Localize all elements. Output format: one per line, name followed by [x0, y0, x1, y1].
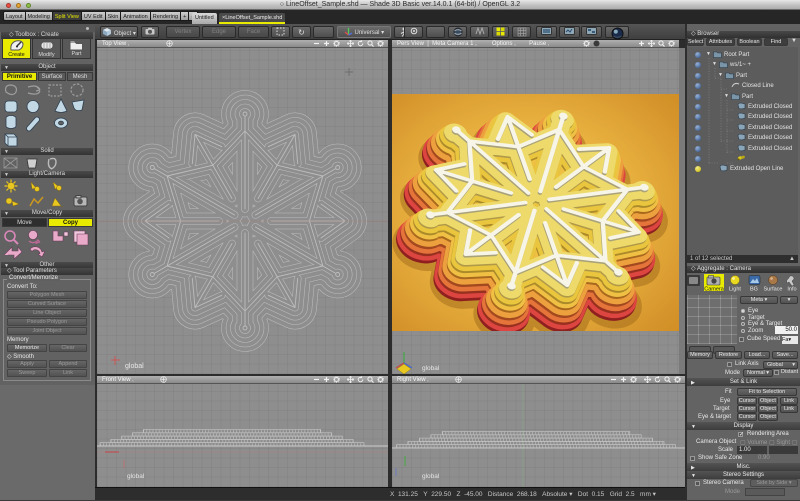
svg-text:global: global: [127, 473, 145, 480]
svg-text:global: global: [422, 473, 440, 480]
svg-text:Surface: Surface: [764, 287, 783, 293]
svg-text:Info: Info: [787, 287, 796, 293]
svg-text:global: global: [422, 365, 440, 372]
svg-text:global: global: [125, 363, 144, 370]
svg-text:Light: Light: [729, 287, 741, 293]
svg-text:BG: BG: [750, 287, 758, 293]
svg-text:Camera: Camera: [704, 287, 725, 293]
